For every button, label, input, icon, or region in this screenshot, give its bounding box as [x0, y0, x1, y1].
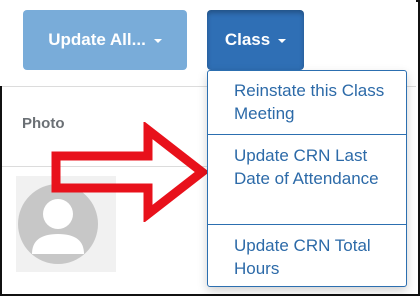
- class-dropdown-menu: Reinstate this Class Meeting Update CRN …: [207, 70, 407, 287]
- class-label: Class: [224, 30, 271, 49]
- menu-divider: [208, 224, 406, 225]
- red-arrow-callout: [51, 122, 210, 222]
- menu-item-update-crn-last-date[interactable]: Update CRN Last Date of Attendance: [208, 144, 406, 190]
- caret-down-icon: [153, 39, 162, 43]
- class-dropdown-button[interactable]: Class: [207, 10, 304, 70]
- update-all-button[interactable]: Update All...: [23, 10, 187, 70]
- menu-divider: [208, 134, 406, 135]
- update-all-label: Update All...: [48, 30, 146, 49]
- menu-item-update-crn-total-hours[interactable]: Update CRN Total Hours: [208, 234, 406, 280]
- caret-down-icon: [278, 39, 287, 43]
- menu-item-reinstate-class-meeting[interactable]: Reinstate this Class Meeting: [208, 79, 406, 125]
